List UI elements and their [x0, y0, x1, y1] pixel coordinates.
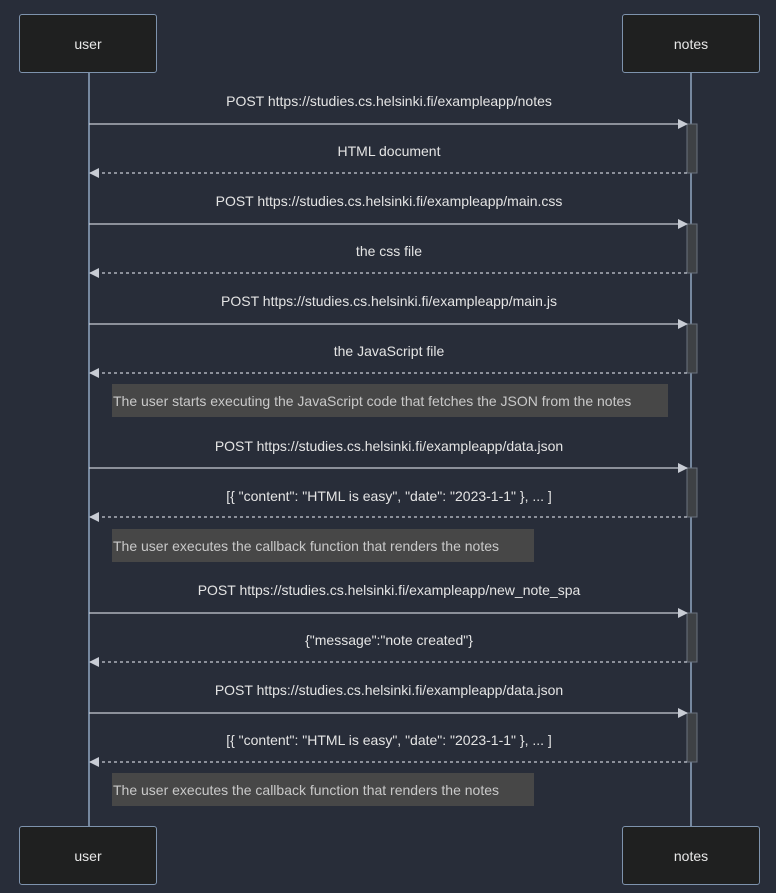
message-label: POST https://studies.cs.helsinki.fi/exam… [215, 193, 563, 209]
message-label: {"message":"note created"} [305, 632, 473, 648]
message-label: the css file [355, 243, 423, 259]
participant-label: user [74, 847, 102, 864]
message-label: POST https://studies.cs.helsinki.fi/exam… [226, 93, 552, 109]
activation-box [686, 612, 698, 663]
sequence-diagram: user notes user notes POST https://studi… [0, 0, 776, 893]
activation-box [686, 467, 698, 518]
participant-label: notes [673, 847, 709, 864]
activation-box [686, 123, 698, 174]
note: The user executes the callback function … [112, 529, 534, 562]
note-text: The user executes the callback function … [113, 781, 500, 798]
note: The user starts executing the JavaScript… [112, 384, 668, 417]
note-text: The user starts executing the JavaScript… [113, 392, 632, 409]
note-text: The user executes the callback function … [113, 537, 500, 554]
message-label: the JavaScript file [333, 343, 445, 359]
participant-user-bottom: user [19, 826, 157, 885]
message-label: HTML document [337, 143, 441, 159]
participant-notes-top: notes [622, 14, 760, 73]
message-label: POST https://studies.cs.helsinki.fi/exam… [221, 293, 557, 309]
activation-box [686, 712, 698, 763]
activation-box [686, 223, 698, 274]
message-label: [{ "content": "HTML is easy", "date": "2… [226, 732, 552, 748]
note: The user executes the callback function … [112, 773, 534, 806]
participant-user-top: user [19, 14, 157, 73]
activation-box [686, 323, 698, 374]
participant-notes-bottom: notes [622, 826, 760, 885]
message-label: [{ "content": "HTML is easy", "date": "2… [226, 488, 552, 504]
participant-label: user [74, 35, 102, 52]
participant-label: notes [673, 35, 709, 52]
message-label: POST https://studies.cs.helsinki.fi/exam… [214, 682, 564, 698]
message-label: POST https://studies.cs.helsinki.fi/exam… [214, 438, 564, 454]
message-label: POST https://studies.cs.helsinki.fi/exam… [197, 582, 581, 598]
